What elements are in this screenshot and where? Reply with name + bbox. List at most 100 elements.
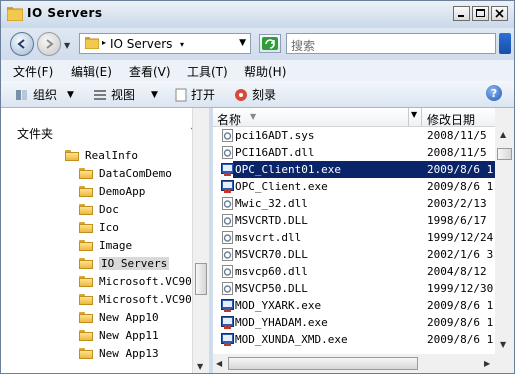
- title-bar[interactable]: IO Servers: [1, 1, 514, 28]
- file-modified-date: 2008/11/5 .: [427, 146, 500, 159]
- dll-file-icon: [222, 248, 233, 261]
- filter-dropdown-icon[interactable]: ▼: [411, 110, 417, 119]
- command-toolbar: 组织 ▼ 视图 ▼ 打开 刻录 ?: [1, 81, 514, 108]
- scroll-up-icon[interactable]: ▲: [500, 130, 506, 139]
- dll-file-icon: [222, 214, 233, 227]
- file-row[interactable]: OPC_Client01.exe 2009/8/6 1.: [213, 161, 503, 178]
- file-list-hscroll-thumb[interactable]: [228, 357, 418, 370]
- file-modified-date: 1998/6/17 .: [427, 214, 500, 227]
- forward-button[interactable]: [37, 32, 61, 56]
- burn-button[interactable]: 刻录: [234, 86, 276, 103]
- menu-file[interactable]: 文件(F): [13, 63, 53, 80]
- breadcrumb-chevron-icon[interactable]: ▾: [180, 40, 184, 49]
- breadcrumb-current[interactable]: IO Servers: [110, 37, 172, 51]
- help-button[interactable]: ?: [486, 85, 502, 101]
- open-label: 打开: [191, 88, 216, 102]
- organize-button[interactable]: 组织 ▼: [15, 86, 74, 103]
- organize-icon: [16, 89, 27, 100]
- file-row[interactable]: pci16ADT.sys 2008/11/5 .: [213, 127, 503, 144]
- menu-tools[interactable]: 工具(T): [187, 63, 228, 80]
- close-button[interactable]: [491, 6, 508, 21]
- file-name: OPC_Client.exe: [235, 180, 328, 193]
- menu-help[interactable]: 帮助(H): [244, 63, 286, 80]
- file-modified-date: 2009/8/6 1.: [427, 299, 500, 312]
- breadcrumb-chevron-icon[interactable]: ▸: [102, 38, 106, 47]
- folder-pane-header[interactable]: 文件夹 ▾: [1, 108, 209, 141]
- file-row[interactable]: msvcp60.dll 2004/8/12 .: [213, 263, 503, 280]
- scroll-left-icon[interactable]: ◀: [216, 359, 222, 368]
- scroll-down-icon[interactable]: ▼: [197, 362, 203, 371]
- folder-icon: [79, 204, 93, 215]
- address-dropdown-icon[interactable]: ▼: [239, 38, 246, 48]
- file-row[interactable]: MOD_YXARK.exe 2009/8/6 1.: [213, 297, 503, 314]
- column-name-header[interactable]: 名称: [217, 111, 241, 128]
- tree-item-label: New App10: [99, 311, 159, 324]
- file-row[interactable]: MSVCR70.DLL 2002/1/6 3:3: [213, 246, 506, 263]
- file-name: MSVCP50.DLL: [235, 282, 308, 295]
- tree-item[interactable]: IO Servers: [79, 255, 170, 272]
- tree-item[interactable]: New App13: [79, 345, 159, 362]
- tree-item[interactable]: Microsoft.VC90.M: [79, 291, 205, 308]
- folder-icon: [79, 222, 93, 233]
- column-divider[interactable]: [408, 108, 409, 126]
- folder-icon: [65, 150, 79, 161]
- file-row[interactable]: MSVCRTD.DLL 1998/6/17 .: [213, 212, 503, 229]
- menu-edit[interactable]: 编辑(E): [71, 63, 112, 80]
- tree-item[interactable]: RealInfo: [65, 147, 138, 164]
- sys-file-icon: [222, 129, 233, 142]
- menu-bar: 文件(F) 编辑(E) 查看(V) 工具(T) 帮助(H): [1, 60, 514, 81]
- exe-app-icon: [221, 163, 234, 176]
- history-dropdown-icon[interactable]: ▼: [64, 41, 70, 50]
- scroll-right-icon[interactable]: ▶: [484, 359, 490, 368]
- menu-view[interactable]: 查看(V): [129, 63, 171, 80]
- file-row[interactable]: Mwic_32.dll 2003/2/13 .: [213, 195, 503, 212]
- search-icon[interactable]: [499, 33, 511, 54]
- chevron-down-icon: ▼: [67, 89, 74, 100]
- open-button[interactable]: 打开: [175, 86, 215, 103]
- file-row[interactable]: msvcrt.dll 1999/12/24.: [213, 229, 503, 246]
- tree-item[interactable]: Microsoft.VC90.C: [79, 273, 205, 290]
- minimize-button[interactable]: [453, 6, 470, 21]
- tree-item[interactable]: New App10: [79, 309, 159, 326]
- dll-file-icon: [222, 197, 233, 210]
- folders-label: 文件夹: [17, 127, 54, 141]
- file-row[interactable]: OPC_Client.exe 2009/8/6 1.: [213, 178, 503, 195]
- address-bar[interactable]: ▸ IO Servers ▾ ▼: [79, 33, 251, 54]
- scroll-down-icon[interactable]: ▼: [500, 340, 506, 349]
- back-button[interactable]: [10, 32, 34, 56]
- folder-icon: [79, 294, 93, 305]
- search-input[interactable]: 搜索: [286, 33, 496, 54]
- folder-tree-scroll-thumb[interactable]: [195, 263, 207, 295]
- tree-item-label: Doc: [99, 203, 119, 216]
- file-row[interactable]: PCI16ADT.dll 2008/11/5 .: [213, 144, 503, 161]
- maximize-icon: [476, 9, 485, 17]
- file-row[interactable]: MOD_YHADAM.exe 2009/8/6 1.: [213, 314, 503, 331]
- file-modified-date: 2008/11/5 .: [427, 129, 500, 142]
- file-row[interactable]: MOD_XUNDA_XMD.exe 2009/8/6 1.: [213, 331, 503, 348]
- folder-icon: [79, 312, 93, 323]
- column-divider[interactable]: [421, 108, 422, 126]
- maximize-button[interactable]: [472, 6, 489, 21]
- tree-item[interactable]: Ico: [79, 219, 119, 236]
- column-date-header[interactable]: 修改日期: [427, 111, 475, 128]
- file-row[interactable]: MSVCP50.DLL 1999/12/30.: [213, 280, 503, 297]
- tree-item[interactable]: New App11: [79, 327, 159, 344]
- file-list-pane: 名称 ▼ ▼ 修改日期 pci16ADT.sys 2008/11/5 . PCI16…: [213, 108, 514, 373]
- tree-item[interactable]: Doc: [79, 201, 119, 218]
- views-button[interactable]: 视图 ▼: [93, 86, 158, 103]
- tree-item[interactable]: Image: [79, 237, 132, 254]
- tree-item[interactable]: DataComDemo: [79, 165, 172, 182]
- file-name: MOD_YXARK.exe: [235, 299, 322, 312]
- folder-tree-scrollbar[interactable]: [192, 108, 209, 373]
- file-list-vscroll-thumb[interactable]: [497, 148, 512, 160]
- dll-file-icon: [222, 265, 233, 278]
- refresh-button[interactable]: [259, 34, 281, 53]
- tree-item[interactable]: DemoApp: [79, 183, 145, 200]
- file-modified-date: 1999/12/24.: [427, 231, 500, 244]
- file-name: pci16ADT.sys: [235, 129, 315, 142]
- folder-icon: [7, 7, 23, 21]
- folder-icon: [79, 186, 93, 197]
- folder-icon: [85, 37, 99, 49]
- dll-file-icon: [222, 146, 233, 159]
- file-name: MSVCRTD.DLL: [235, 214, 308, 227]
